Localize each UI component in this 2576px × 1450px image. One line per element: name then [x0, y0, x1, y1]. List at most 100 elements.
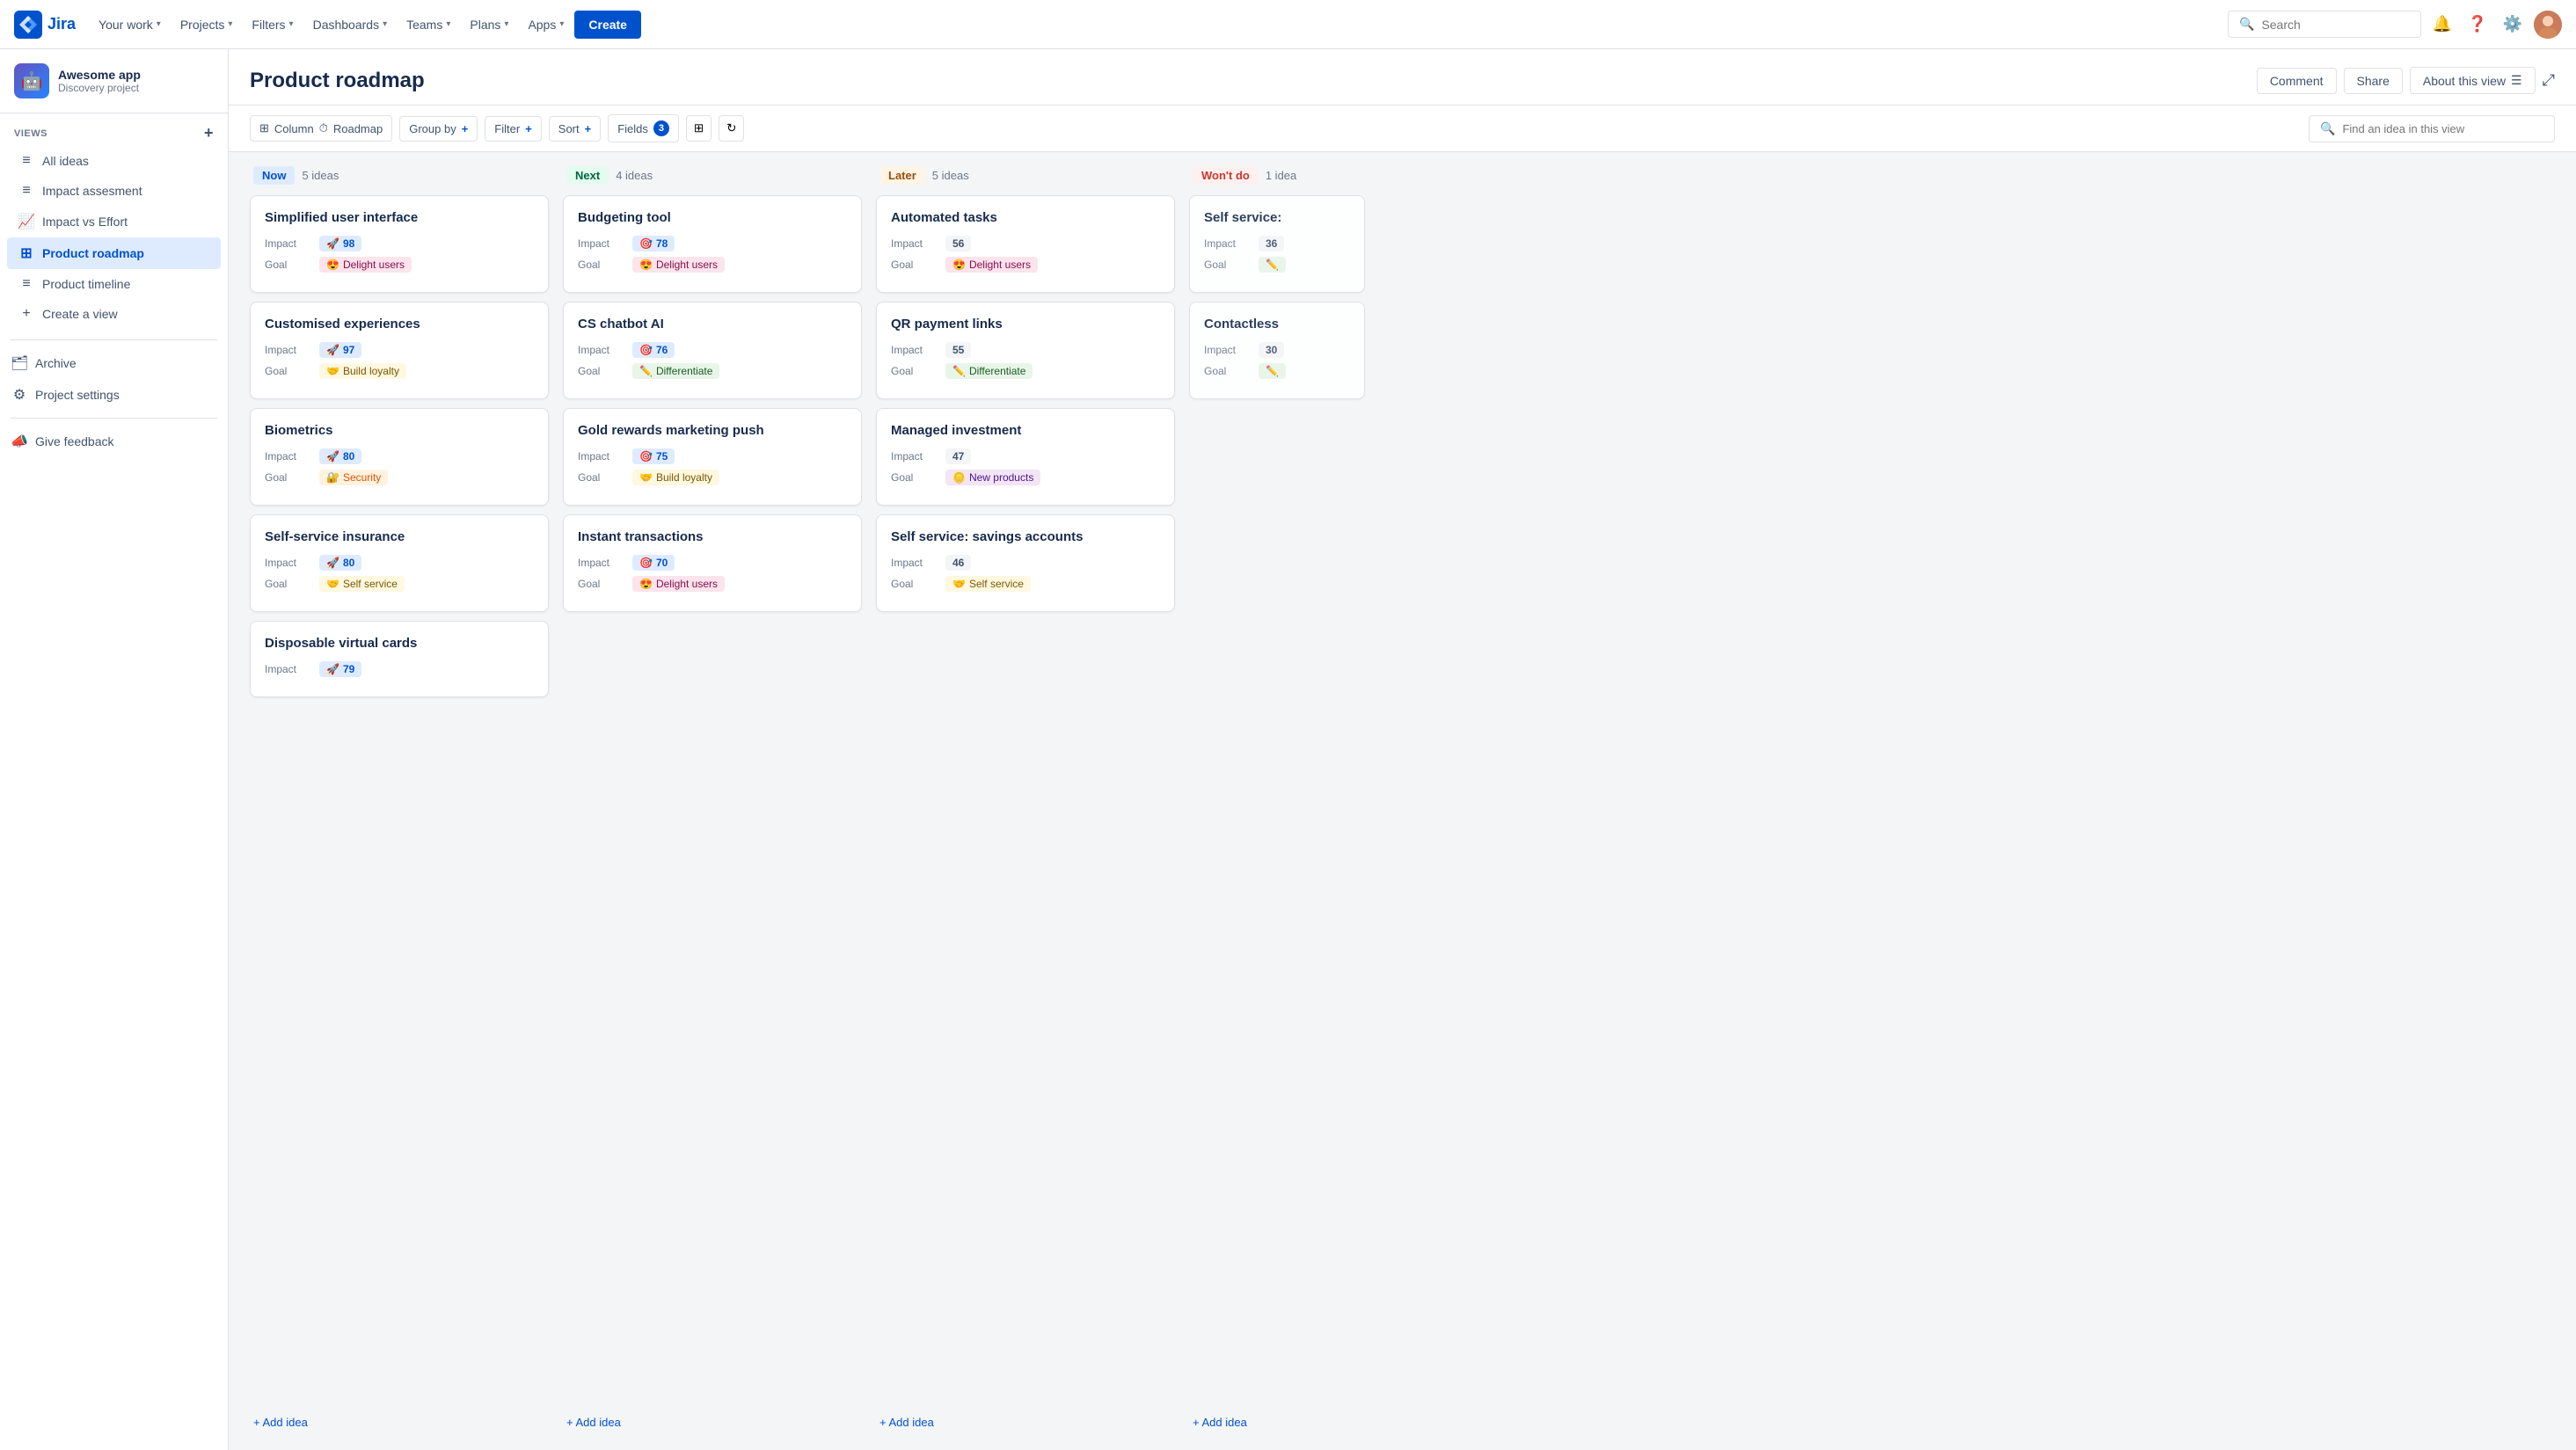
table-row[interactable]: Customised experiences Impact 🚀 97 Goal … — [250, 302, 549, 399]
nav-teams[interactable]: Teams ▾ — [398, 12, 459, 37]
impact-badge: 🎯 70 — [632, 555, 675, 571]
card-title: Biometrics — [265, 423, 534, 438]
goal-tag: 😍 Delight users — [945, 257, 1038, 273]
impact-badge: 36 — [1259, 236, 1284, 251]
sidebar-item-impact-assessment[interactable]: ≡ Impact assesment — [7, 176, 221, 206]
add-view-icon[interactable]: + — [204, 124, 214, 142]
card-field-impact: Impact 🎯 76 — [578, 342, 847, 358]
notifications-button[interactable]: 🔔 — [2428, 11, 2456, 39]
table-row[interactable]: CS chatbot AI Impact 🎯 76 Goal ✏️ Differ… — [563, 302, 862, 399]
impact-badge: 🎯 76 — [632, 342, 675, 358]
create-button[interactable]: Create — [574, 11, 641, 39]
plus-icon: + — [18, 306, 35, 322]
column-later-label: Later — [879, 166, 925, 185]
card-field-impact: Impact 47 — [891, 448, 1160, 464]
goal-tag: 😍 Delight users — [319, 257, 412, 273]
list-icon: ≡ — [18, 183, 35, 199]
chevron-down-icon: ▾ — [559, 19, 564, 29]
add-idea-button-now[interactable]: + Add idea — [250, 1409, 549, 1436]
impact-badge: 🚀 98 — [319, 236, 361, 251]
table-row[interactable]: Contactless Impact 30 Goal ✏️ — [1189, 302, 1365, 399]
sort-button[interactable]: Sort + — [549, 116, 601, 142]
card-field-goal: Goal ✏️ Differentiate — [891, 363, 1160, 379]
card-field-goal: Goal 🪙 New products — [891, 470, 1160, 485]
search-icon: 🔍 — [2320, 121, 2335, 136]
plus-icon: + — [585, 122, 592, 135]
column-wontdo-cards: Self service: Impact 36 Goal ✏️ Contactl… — [1189, 195, 1365, 1405]
comment-button[interactable]: Comment — [2257, 68, 2337, 94]
nav-plans[interactable]: Plans ▾ — [461, 12, 517, 37]
page-title: Product roadmap — [250, 69, 2257, 93]
search-box[interactable]: 🔍 — [2228, 11, 2421, 38]
logo[interactable]: Jira — [14, 11, 76, 39]
column-now-cards: Simplified user interface Impact 🚀 98 Go… — [250, 195, 549, 1405]
fields-button[interactable]: Fields 3 — [608, 114, 679, 142]
column-now-header: Now 5 ideas — [250, 166, 549, 185]
toolbar: ⊞ Column ⏱ Roadmap Group by + Filter + S… — [229, 106, 2576, 152]
column-now: Now 5 ideas Simplified user interface Im… — [250, 166, 549, 1436]
add-idea-button-later[interactable]: + Add idea — [876, 1409, 1175, 1436]
search-toolbar[interactable]: 🔍 — [2309, 115, 2555, 142]
column-now-count: 5 ideas — [302, 169, 339, 182]
table-row[interactable]: Biometrics Impact 🚀 80 Goal 🔐 Security — [250, 408, 549, 506]
sidebar-item-all-ideas[interactable]: ≡ All ideas — [7, 146, 221, 176]
table-row[interactable]: Self service: Impact 36 Goal ✏️ — [1189, 195, 1365, 293]
add-idea-button-next[interactable]: + Add idea — [563, 1409, 862, 1436]
card-field-impact: Impact 🚀 98 — [265, 236, 534, 251]
table-row[interactable]: Automated tasks Impact 56 Goal 😍 Delight… — [876, 195, 1175, 293]
settings-icon: ⚙ — [11, 386, 28, 404]
goal-tag: 🔐 Security — [319, 470, 388, 485]
table-row[interactable]: Gold rewards marketing push Impact 🎯 75 … — [563, 408, 862, 506]
card-title: Disposable virtual cards — [265, 636, 534, 651]
nav-dashboards[interactable]: Dashboards ▾ — [304, 12, 397, 37]
sidebar-item-product-roadmap[interactable]: ⊞ Product roadmap — [7, 237, 221, 269]
table-row[interactable]: Managed investment Impact 47 Goal 🪙 New … — [876, 408, 1175, 506]
groupby-button[interactable]: Group by + — [399, 116, 478, 142]
sidebar-item-project-settings[interactable]: ⚙ Project settings — [0, 379, 228, 411]
card-field-impact: Impact 56 — [891, 236, 1160, 251]
help-button[interactable]: ❓ — [2463, 11, 2492, 39]
topnav-right-section: 🔍 🔔 ❓ ⚙️ — [2228, 11, 2562, 39]
filter-button[interactable]: Filter + — [485, 116, 541, 142]
goal-tag: 🤝 Build loyalty — [319, 363, 406, 379]
sidebar-item-feedback[interactable]: 📣 Give feedback — [0, 426, 228, 457]
expand-icon[interactable]: ⤢ — [2543, 71, 2555, 90]
archive-icon: 🗂 — [11, 354, 28, 372]
column-wontdo-label: Won't do — [1193, 166, 1259, 185]
sidebar-item-impact-effort[interactable]: 📈 Impact vs Effort — [7, 206, 221, 237]
table-row[interactable]: QR payment links Impact 55 Goal ✏️ Diffe… — [876, 302, 1175, 399]
nav-apps[interactable]: Apps ▾ — [519, 12, 573, 37]
project-icon: 🤖 — [14, 63, 49, 98]
impact-badge: 🎯 75 — [632, 448, 675, 464]
settings-button[interactable]: ⚙️ — [2499, 11, 2527, 39]
settings-view-button[interactable]: ⊞ — [686, 115, 712, 142]
card-field-goal: Goal ✏️ Differentiate — [578, 363, 847, 379]
sidebar-item-product-timeline[interactable]: ≡ Product timeline — [7, 269, 221, 299]
goal-tag: 🪙 New products — [945, 470, 1040, 485]
nav-projects[interactable]: Projects ▾ — [171, 12, 242, 37]
nav-your-work[interactable]: Your work ▾ — [90, 12, 170, 37]
add-idea-button-wontdo[interactable]: + Add idea — [1189, 1409, 1365, 1436]
search-ideas-input[interactable] — [2342, 122, 2543, 135]
goal-tag: 🤝 Self service — [319, 576, 405, 592]
project-header[interactable]: 🤖 Awesome app Discovery project — [0, 49, 228, 113]
table-row[interactable]: Budgeting tool Impact 🎯 78 Goal 😍 Deligh… — [563, 195, 862, 293]
table-row[interactable]: Self service: savings accounts Impact 46… — [876, 514, 1175, 612]
about-view-button[interactable]: About this view ☰ — [2410, 67, 2536, 94]
refresh-button[interactable]: ↻ — [719, 115, 744, 142]
sidebar-item-archive[interactable]: 🗂 Archive — [0, 347, 228, 379]
table-row[interactable]: Instant transactions Impact 🎯 70 Goal 😍 … — [563, 514, 862, 612]
column-wontdo: Won't do 1 idea Self service: Impact 36 … — [1189, 166, 1365, 1436]
table-row[interactable]: Simplified user interface Impact 🚀 98 Go… — [250, 195, 549, 293]
search-input[interactable] — [2261, 18, 2410, 32]
share-button[interactable]: Share — [2344, 68, 2403, 94]
impact-badge: 🚀 97 — [319, 342, 361, 358]
column-button[interactable]: ⊞ Column ⏱ Roadmap — [250, 115, 392, 142]
card-title: QR payment links — [891, 317, 1160, 332]
sidebar-item-create-view[interactable]: + Create a view — [7, 299, 221, 329]
avatar[interactable] — [2534, 11, 2562, 39]
goal-tag: 🤝 Self service — [945, 576, 1031, 592]
nav-filters[interactable]: Filters ▾ — [243, 12, 302, 37]
table-row[interactable]: Self-service insurance Impact 🚀 80 Goal … — [250, 514, 549, 612]
table-row[interactable]: Disposable virtual cards Impact 🚀 79 — [250, 621, 549, 697]
